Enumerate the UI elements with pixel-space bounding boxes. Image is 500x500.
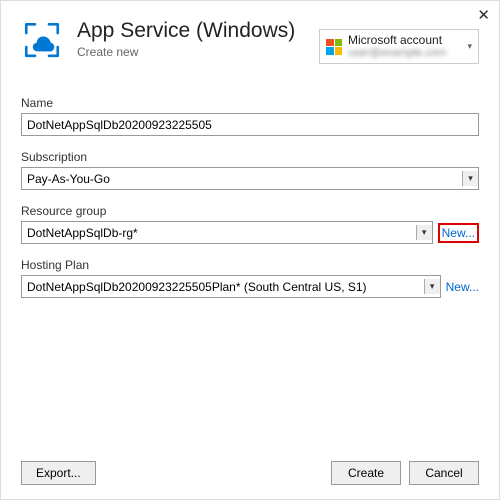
dialog-subtitle: Create new [77, 45, 295, 59]
account-picker[interactable]: Microsoft account user@example.com ▾ [319, 29, 479, 64]
new-resource-group-link[interactable]: New... [438, 223, 479, 243]
subscription-select[interactable]: Pay-As-You-Go ▾ [21, 167, 479, 190]
dialog-footer: Export... Create Cancel [1, 447, 499, 499]
name-label: Name [21, 96, 479, 110]
cancel-button[interactable]: Cancel [409, 461, 479, 485]
dialog-header: App Service (Windows) Create new Microso… [1, 1, 499, 76]
dialog-title: App Service (Windows) [77, 19, 295, 43]
account-label: Microsoft account [348, 34, 446, 47]
resource-group-label: Resource group [21, 204, 479, 218]
chevron-down-icon: ▾ [424, 279, 440, 294]
resource-group-select[interactable]: DotNetAppSqlDb-rg* ▾ [21, 221, 433, 244]
chevron-down-icon: ▾ [462, 171, 478, 186]
export-button[interactable]: Export... [21, 461, 96, 485]
name-input[interactable] [21, 113, 479, 136]
subscription-label: Subscription [21, 150, 479, 164]
chevron-down-icon: ▾ [416, 225, 432, 240]
resource-group-value: DotNetAppSqlDb-rg* [27, 226, 138, 240]
chevron-down-icon: ▾ [467, 41, 472, 52]
new-hosting-plan-link[interactable]: New... [446, 280, 479, 294]
form: Name Subscription Pay-As-You-Go ▾ Resour… [1, 76, 499, 298]
create-button[interactable]: Create [331, 461, 401, 485]
account-email: user@example.com [348, 47, 446, 59]
microsoft-logo-icon [326, 39, 342, 55]
hosting-plan-value: DotNetAppSqlDb20200923225505Plan* (South… [27, 280, 367, 294]
hosting-plan-label: Hosting Plan [21, 258, 479, 272]
subscription-value: Pay-As-You-Go [27, 172, 110, 186]
hosting-plan-select[interactable]: DotNetAppSqlDb20200923225505Plan* (South… [21, 275, 441, 298]
app-service-icon [21, 19, 63, 64]
